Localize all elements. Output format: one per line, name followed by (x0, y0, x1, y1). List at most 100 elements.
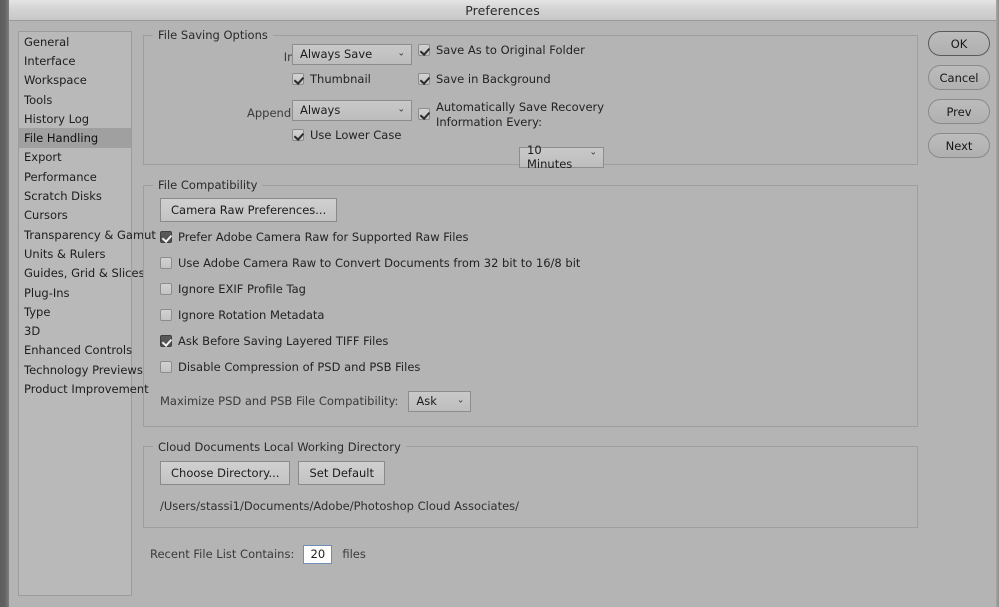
sidebar-item-label: Enhanced Controls (24, 343, 133, 358)
sidebar-item-label: Plug-Ins (24, 285, 70, 300)
preferences-dialog: Preferences General Interface Workspace Too… (0, 0, 999, 607)
dialog-action-buttons: OK Cancel Prev Next (928, 31, 990, 158)
compatibility-checkbox[interactable] (160, 309, 172, 321)
save-in-background-checkbox-row[interactable]: Save in Background (418, 72, 551, 86)
auto-save-recovery-checkbox-row[interactable]: Automatically Save Recovery Information … (418, 100, 638, 130)
use-lower-case-checkbox-row[interactable]: Use Lower Case (292, 128, 401, 142)
file-saving-options-group: File Saving Options Image Previews: Alwa… (143, 28, 918, 171)
thumbnail-label: Thumbnail (310, 72, 371, 86)
image-previews-value: Always Save (300, 47, 373, 61)
compatibility-checkbox-label: Disable Compression of PSD and PSB Files (178, 360, 421, 374)
thumbnail-checkbox[interactable] (292, 73, 304, 85)
compatibility-checkbox-label: Use Adobe Camera Raw to Convert Document… (178, 256, 581, 270)
sidebar-item-label: General (24, 34, 70, 49)
sidebar-item-technology-previews[interactable]: Technology Previews (19, 360, 143, 379)
cloud-documents-legend: Cloud Documents Local Working Directory (158, 439, 401, 454)
window-left-edge (0, 0, 9, 607)
compatibility-checkbox-row[interactable]: Disable Compression of PSD and PSB Files (160, 360, 907, 374)
compatibility-checkbox-row[interactable]: Ignore EXIF Profile Tag (160, 282, 907, 296)
cloud-working-directory-path: /Users/stassi1/Documents/Adobe/Photoshop… (160, 498, 520, 513)
sidebar-item-label: Tools (24, 92, 53, 107)
sidebar-item-cursors[interactable]: Cursors (19, 206, 131, 225)
maximize-compatibility-value: Ask (416, 394, 437, 408)
compatibility-checkbox-label: Prefer Adobe Camera Raw for Supported Ra… (178, 230, 469, 244)
sidebar-item-product-improvement[interactable]: Product Improvement (19, 379, 149, 398)
sidebar-item-label: Performance (24, 169, 97, 184)
cancel-button[interactable]: Cancel (928, 65, 990, 90)
sidebar-item-scratch-disks[interactable]: Scratch Disks (19, 186, 131, 205)
sidebar-item-label: Product Improvement (24, 381, 149, 396)
sidebar-item-workspace[interactable]: Workspace (19, 71, 131, 90)
choose-directory-button[interactable]: Choose Directory... (160, 460, 291, 485)
compatibility-checkbox[interactable] (160, 361, 172, 373)
sidebar-item-label: Guides, Grid & Slices (24, 266, 145, 281)
sidebar-item-export[interactable]: Export (19, 148, 131, 167)
append-extension-value: Always (300, 103, 341, 117)
sidebar-item-label: History Log (24, 111, 90, 126)
sidebar-item-interface[interactable]: Interface (19, 51, 131, 70)
sidebar-item-file-handling[interactable]: File Handling (19, 128, 131, 148)
sidebar-item-performance[interactable]: Performance (19, 167, 131, 186)
compatibility-checkbox[interactable] (160, 283, 172, 295)
compatibility-checkbox[interactable] (160, 231, 172, 243)
save-as-original-folder-checkbox[interactable] (418, 44, 430, 56)
window-title: Preferences (465, 2, 540, 18)
file-compatibility-legend: File Compatibility (158, 178, 258, 192)
sidebar-item-guides-grid-slices[interactable]: Guides, Grid & Slices (19, 264, 145, 283)
file-compatibility-checkbox-list: Prefer Adobe Camera Raw for Supported Ra… (154, 230, 907, 374)
sidebar-item-3d[interactable]: 3D (19, 321, 131, 340)
sidebar-item-label: Workspace (24, 73, 87, 88)
ok-button[interactable]: OK (928, 31, 990, 56)
sidebar-item-transparency-gamut[interactable]: Transparency & Gamut (19, 225, 156, 244)
append-extension-select[interactable]: Always ⌄ (292, 99, 412, 121)
save-in-background-label: Save in Background (436, 72, 551, 86)
save-as-original-folder-checkbox-row[interactable]: Save As to Original Folder (418, 43, 585, 57)
compatibility-checkbox-label: Ignore EXIF Profile Tag (178, 282, 306, 296)
maximize-compatibility-label: Maximize PSD and PSB File Compatibility: (160, 393, 399, 408)
compatibility-checkbox-row[interactable]: Use Adobe Camera Raw to Convert Document… (160, 256, 907, 270)
compatibility-checkbox-row[interactable]: Ask Before Saving Layered TIFF Files (160, 334, 907, 348)
sidebar-item-label: Transparency & Gamut (24, 227, 156, 242)
compatibility-checkbox[interactable] (160, 335, 172, 347)
sidebar-item-label: Technology Previews (24, 362, 143, 377)
save-in-background-checkbox[interactable] (418, 73, 430, 85)
sidebar-item-general[interactable]: General (19, 32, 131, 51)
recovery-interval-select[interactable]: 10 Minutes ⌄ (519, 139, 604, 171)
compatibility-checkbox[interactable] (160, 257, 172, 269)
sidebar-item-type[interactable]: Type (19, 302, 131, 321)
sidebar-item-tools[interactable]: Tools (19, 90, 131, 109)
set-default-button[interactable]: Set Default (298, 460, 386, 485)
sidebar-item-label: Interface (24, 53, 76, 68)
compatibility-checkbox-label: Ask Before Saving Layered TIFF Files (178, 334, 389, 348)
sidebar-item-label: Cursors (24, 208, 68, 223)
compatibility-checkbox-row[interactable]: Prefer Adobe Camera Raw for Supported Ra… (160, 230, 907, 244)
sidebar-item-plug-ins[interactable]: Plug-Ins (19, 283, 131, 302)
auto-save-recovery-checkbox[interactable] (418, 108, 430, 120)
recent-file-list-row: Recent File List Contains: files (150, 544, 918, 564)
sidebar-item-label: Units & Rulers (24, 246, 106, 261)
use-lower-case-label: Use Lower Case (310, 128, 402, 142)
sidebar-item-history-log[interactable]: History Log (19, 109, 131, 128)
recent-file-list-label: Recent File List Contains: (150, 547, 295, 561)
compatibility-checkbox-row[interactable]: Ignore Rotation Metadata (160, 308, 907, 322)
compatibility-checkbox-label: Ignore Rotation Metadata (178, 308, 325, 322)
recent-file-list-input[interactable] (303, 544, 333, 564)
thumbnail-checkbox-row[interactable]: Thumbnail (292, 72, 371, 86)
cloud-documents-group: Cloud Documents Local Working Directory … (143, 439, 918, 528)
camera-raw-preferences-button[interactable]: Camera Raw Preferences... (160, 198, 338, 222)
sidebar-item-enhanced-controls[interactable]: Enhanced Controls (19, 341, 133, 360)
maximize-compatibility-select[interactable]: Ask ⌄ (408, 390, 472, 412)
preferences-category-list[interactable]: General Interface Workspace Tools History Lo… (18, 31, 156, 596)
sidebar-item-label: 3D (24, 324, 41, 339)
recovery-interval-value: 10 Minutes (527, 143, 573, 171)
file-saving-options-legend: File Saving Options (158, 28, 268, 42)
title-bar: Preferences (9, 0, 996, 21)
sidebar-item-label: Export (24, 150, 62, 165)
prev-button[interactable]: Prev (928, 99, 990, 124)
sidebar-item-label: File Handling (24, 131, 99, 146)
image-previews-select[interactable]: Always Save ⌄ (292, 43, 412, 65)
recent-file-list-suffix: files (342, 547, 366, 561)
sidebar-item-units-rulers[interactable]: Units & Rulers (19, 244, 131, 263)
next-button[interactable]: Next (928, 133, 990, 158)
use-lower-case-checkbox[interactable] (292, 129, 304, 141)
